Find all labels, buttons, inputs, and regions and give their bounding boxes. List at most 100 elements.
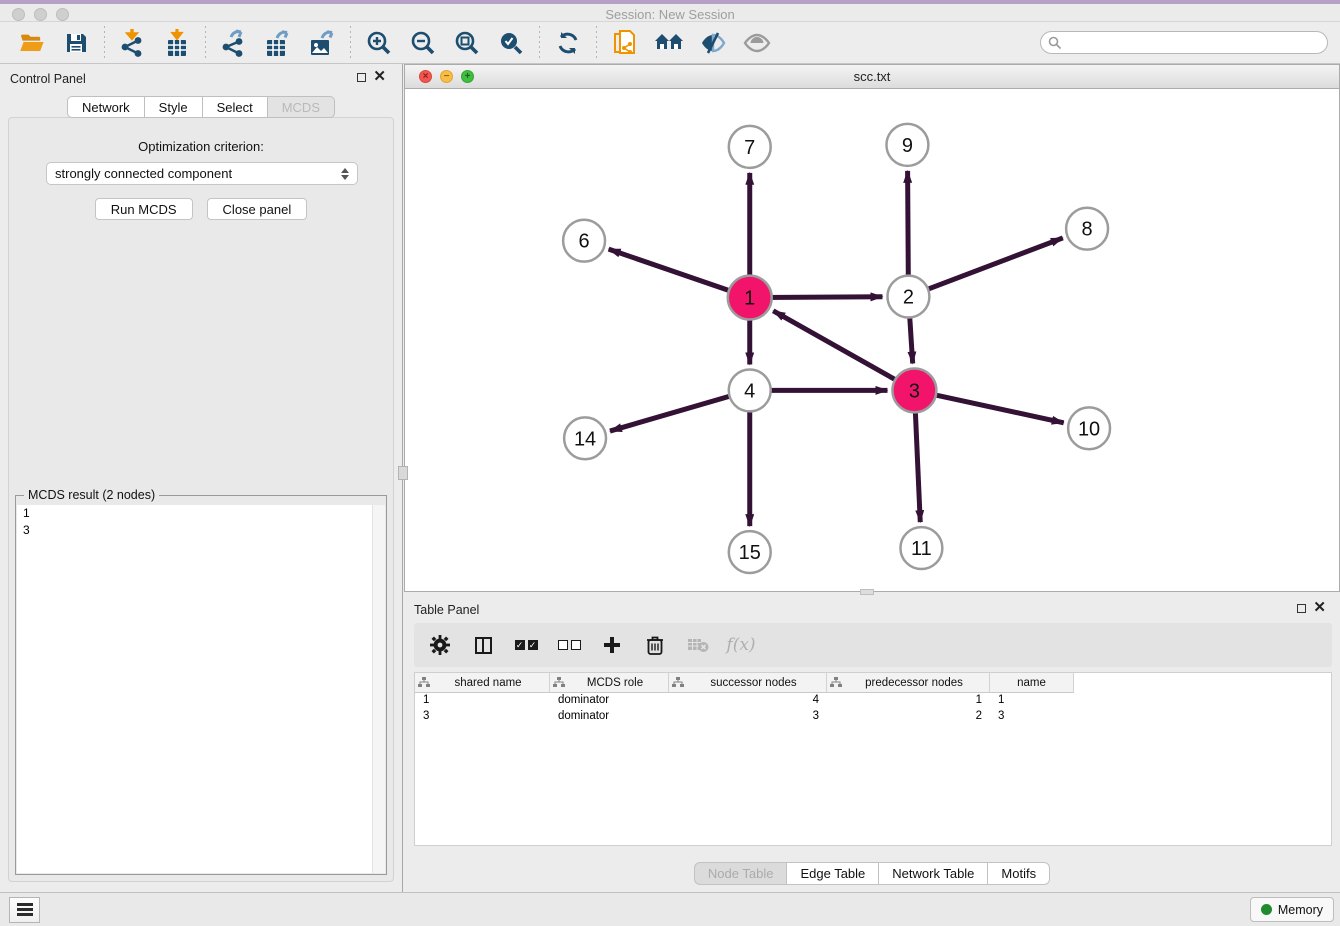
node-4[interactable]: 4 bbox=[729, 369, 771, 411]
tab-node-table[interactable]: Node Table bbox=[694, 862, 787, 885]
float-panel-icon[interactable] bbox=[357, 73, 366, 82]
split-columns-icon[interactable] bbox=[471, 633, 495, 657]
table-cell[interactable]: dominator bbox=[550, 709, 669, 725]
delete-column-icon[interactable] bbox=[643, 633, 667, 657]
node-15[interactable]: 15 bbox=[729, 531, 771, 573]
table-cell[interactable]: 4 bbox=[669, 693, 827, 709]
node-8[interactable]: 8 bbox=[1066, 208, 1108, 250]
node-10[interactable]: 10 bbox=[1068, 407, 1110, 449]
delete-table-icon bbox=[686, 633, 710, 657]
import-network-icon[interactable] bbox=[118, 28, 148, 58]
column-header-successor-nodes[interactable]: successor nodes bbox=[669, 673, 827, 693]
network-window-titlebar[interactable]: × − + scc.txt bbox=[405, 65, 1339, 89]
toolbar-separator bbox=[350, 26, 351, 60]
function-builder-icon: f(x) bbox=[729, 633, 753, 657]
column-header-predecessor-nodes[interactable]: predecessor nodes bbox=[827, 673, 990, 693]
table-row[interactable]: 3dominator323 bbox=[415, 709, 1331, 725]
mcds-tab-content: Optimization criterion: strongly connect… bbox=[8, 117, 394, 882]
optimization-criterion-select[interactable]: strongly connected component bbox=[46, 162, 358, 185]
table-cell[interactable]: 1 bbox=[827, 693, 990, 709]
horizontal-splitter-handle[interactable] bbox=[860, 589, 874, 595]
scrollbar[interactable] bbox=[372, 505, 385, 873]
export-image-icon[interactable] bbox=[307, 28, 337, 58]
node-11[interactable]: 11 bbox=[900, 527, 942, 569]
toolbar-separator bbox=[104, 26, 105, 60]
export-table-icon[interactable] bbox=[263, 28, 293, 58]
tab-network[interactable]: Network bbox=[67, 96, 144, 118]
memory-label: Memory bbox=[1278, 903, 1323, 917]
table-cell[interactable]: dominator bbox=[550, 693, 669, 709]
run-mcds-button[interactable]: Run MCDS bbox=[95, 198, 193, 220]
zoom-fit-icon[interactable] bbox=[452, 28, 482, 58]
status-bar: Memory bbox=[0, 892, 1340, 926]
tab-network-table[interactable]: Network Table bbox=[878, 862, 987, 885]
mcds-result-list[interactable]: 13 bbox=[17, 505, 385, 873]
edge-3-1[interactable] bbox=[773, 311, 914, 391]
network-canvas[interactable]: 7 9 6 8 1 2 4 3 14 10 15 11 bbox=[405, 89, 1339, 591]
table-tabs: Node TableEdge TableNetwork TableMotifs bbox=[404, 862, 1340, 885]
task-history-button[interactable] bbox=[9, 897, 40, 923]
list-icon bbox=[17, 903, 33, 917]
control-panel: Control Panel ✕ NetworkStyleSelectMCDS O… bbox=[0, 64, 403, 892]
open-session-icon[interactable] bbox=[17, 28, 47, 58]
table-cell[interactable]: 3 bbox=[669, 709, 827, 725]
edge-2-8[interactable] bbox=[908, 238, 1062, 297]
graphics-details-icon[interactable] bbox=[698, 28, 728, 58]
table-toolbar: ✓✓ f(x) bbox=[414, 623, 1332, 667]
table-cell[interactable]: 3 bbox=[990, 709, 1074, 725]
birdseye-view-icon[interactable] bbox=[742, 28, 772, 58]
zoom-out-icon[interactable] bbox=[408, 28, 438, 58]
search-field[interactable] bbox=[1040, 31, 1328, 54]
node-2[interactable]: 2 bbox=[887, 276, 929, 318]
gear-icon[interactable] bbox=[428, 633, 452, 657]
node-6[interactable]: 6 bbox=[563, 220, 605, 262]
refresh-icon[interactable] bbox=[553, 28, 583, 58]
memory-button[interactable]: Memory bbox=[1250, 897, 1334, 922]
add-column-icon[interactable] bbox=[600, 633, 624, 657]
toolbar-separator bbox=[205, 26, 206, 60]
node-7[interactable]: 7 bbox=[729, 126, 771, 168]
svg-text:1: 1 bbox=[744, 288, 755, 310]
tab-mcds[interactable]: MCDS bbox=[267, 96, 335, 118]
import-table-icon[interactable] bbox=[162, 28, 192, 58]
select-all-columns-icon[interactable]: ✓✓ bbox=[514, 633, 538, 657]
window-title: Session: New Session bbox=[0, 7, 1340, 22]
export-network-icon[interactable] bbox=[219, 28, 249, 58]
node-table[interactable]: shared nameMCDS rolesuccessor nodesprede… bbox=[414, 672, 1332, 846]
vertical-splitter-handle[interactable] bbox=[398, 466, 408, 480]
deselect-all-columns-icon[interactable] bbox=[557, 633, 581, 657]
save-session-icon[interactable] bbox=[61, 28, 91, 58]
network-graph[interactable]: 7 9 6 8 1 2 4 3 14 10 15 11 bbox=[405, 89, 1339, 591]
table-cell[interactable]: 3 bbox=[415, 709, 550, 725]
zoom-selected-icon[interactable] bbox=[496, 28, 526, 58]
close-table-panel-icon[interactable]: ✕ bbox=[1313, 598, 1326, 616]
column-header-MCDS-role[interactable]: MCDS role bbox=[550, 673, 669, 693]
zoom-in-icon[interactable] bbox=[364, 28, 394, 58]
node-14[interactable]: 14 bbox=[564, 417, 606, 459]
table-cell[interactable]: 1 bbox=[990, 693, 1074, 709]
chevron-updown-icon bbox=[341, 168, 349, 180]
tab-select[interactable]: Select bbox=[202, 96, 267, 118]
node-3[interactable]: 3 bbox=[892, 368, 936, 412]
optimization-criterion-label: Optimization criterion: bbox=[9, 139, 393, 154]
close-panel-button[interactable]: Close panel bbox=[207, 198, 308, 220]
node-9[interactable]: 9 bbox=[886, 124, 928, 166]
network-window-title: scc.txt bbox=[405, 69, 1339, 84]
svg-text:7: 7 bbox=[744, 137, 755, 159]
table-row[interactable]: 1dominator411 bbox=[415, 693, 1331, 709]
tab-motifs[interactable]: Motifs bbox=[987, 862, 1050, 885]
search-input[interactable] bbox=[1062, 34, 1327, 52]
tab-edge-table[interactable]: Edge Table bbox=[786, 862, 878, 885]
tab-style[interactable]: Style bbox=[144, 96, 202, 118]
table-cell[interactable]: 1 bbox=[415, 693, 550, 709]
svg-text:11: 11 bbox=[911, 538, 932, 560]
column-header-name[interactable]: name bbox=[990, 673, 1074, 693]
node-1[interactable]: 1 bbox=[728, 276, 772, 320]
float-table-panel-icon[interactable] bbox=[1297, 604, 1306, 613]
clone-network-icon[interactable] bbox=[610, 28, 640, 58]
home-icon[interactable] bbox=[654, 28, 684, 58]
table-cell[interactable]: 2 bbox=[827, 709, 990, 725]
close-panel-icon[interactable]: ✕ bbox=[373, 67, 386, 85]
control-panel-tabs: NetworkStyleSelectMCDS bbox=[0, 96, 402, 118]
column-header-shared-name[interactable]: shared name bbox=[415, 673, 550, 693]
